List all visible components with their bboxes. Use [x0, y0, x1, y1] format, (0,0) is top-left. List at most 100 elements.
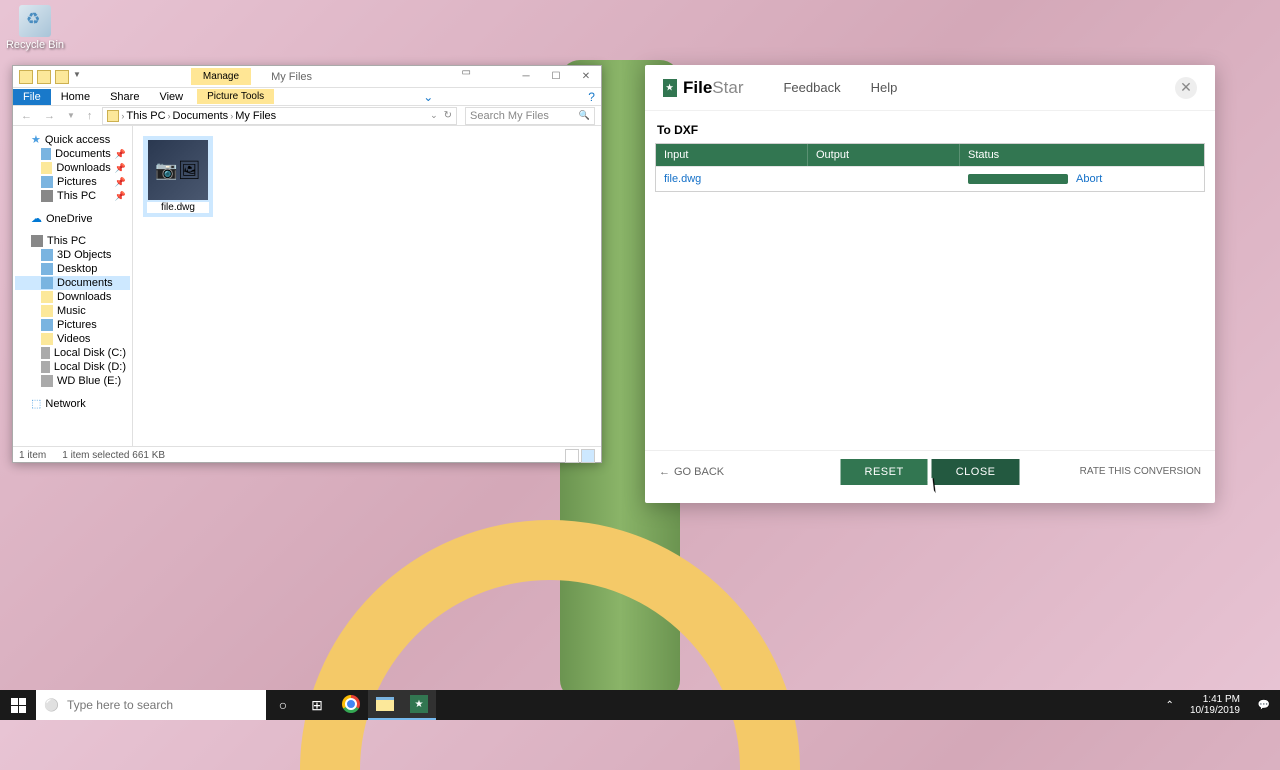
qat-icon[interactable] [37, 70, 51, 84]
breadcrumb-documents[interactable]: Documents [173, 110, 229, 122]
th-input: Input [656, 144, 808, 166]
status-bar: 1 item 1 item selected 661 KB [13, 446, 601, 464]
nav-tree: ★Quick access Documents📌 Downloads📌 Pict… [13, 126, 133, 446]
th-output: Output [808, 144, 960, 166]
system-tray: ⌃ 1:41 PM 10/19/2019 💬 [1162, 690, 1280, 720]
tree-drive-c[interactable]: Local Disk (C:) [15, 346, 130, 360]
tree-pictures[interactable]: Pictures📌 [15, 175, 130, 189]
nav-forward-icon[interactable]: → [42, 110, 57, 122]
tree-this-pc-root[interactable]: This PC [15, 234, 130, 248]
tree-music[interactable]: Music [15, 304, 130, 318]
ribbon-tab-view[interactable]: View [149, 89, 193, 105]
arrow-left-icon: ← [659, 466, 670, 478]
explorer-icon [376, 697, 394, 711]
taskbar: ⚪ Type here to search ○ ⊞ ★ ⌃ 1:41 PM 10… [0, 690, 1280, 720]
chevron-down-icon[interactable]: ▼ [73, 70, 81, 84]
go-back-button[interactable]: ← GO BACK [659, 466, 724, 478]
tree-videos[interactable]: Videos [15, 332, 130, 346]
filestar-close-button[interactable]: ✕ [1175, 77, 1197, 99]
breadcrumb-my-files[interactable]: My Files [235, 110, 276, 122]
reset-button[interactable]: RESET [841, 459, 928, 485]
file-thumbnail [148, 140, 208, 200]
filestar-header: FileStar Feedback Help ✕ [645, 65, 1215, 111]
refresh-icon[interactable]: ↻ [444, 110, 452, 121]
nav-recent-icon[interactable]: ▼ [65, 111, 77, 120]
breadcrumb[interactable]: › This PC › Documents › My Files ⌄ ↻ [102, 107, 457, 125]
ribbon-display-icon[interactable]: ▭ [462, 67, 471, 87]
ribbon-tab-share[interactable]: Share [100, 89, 149, 105]
file-list[interactable]: file.dwg [133, 126, 601, 446]
abort-link[interactable]: Abort [1076, 173, 1102, 185]
minimize-button[interactable]: ─ [511, 67, 541, 87]
file-explorer-window: ▼ Manage My Files ▭ ─ ☐ ✕ File Home Shar… [12, 65, 602, 463]
help-icon[interactable]: ? [588, 90, 595, 104]
tree-drive-e[interactable]: WD Blue (E:) [15, 374, 130, 388]
search-input[interactable]: Search My Files [465, 107, 595, 125]
pin-icon: 📌 [115, 163, 126, 174]
nav-back-icon[interactable]: ← [19, 110, 34, 122]
conversion-title: To DXF [657, 123, 1205, 137]
ribbon-toggle-icon[interactable]: ⌄ [423, 90, 433, 104]
th-status: Status [960, 144, 1204, 166]
breadcrumb-this-pc[interactable]: This PC [126, 110, 165, 122]
tree-downloads-pc[interactable]: Downloads [15, 290, 130, 304]
ribbon-tab-home[interactable]: Home [51, 89, 100, 105]
taskbar-search[interactable]: ⚪ Type here to search [36, 690, 266, 720]
close-button[interactable]: CLOSE [932, 459, 1020, 485]
conversion-table: Input Output Status file.dwg Abort [655, 143, 1205, 192]
date: 10/19/2019 [1190, 705, 1240, 716]
tree-this-pc[interactable]: This PC📌 [15, 189, 130, 203]
tree-pictures-pc[interactable]: Pictures [15, 318, 130, 332]
cell-output [808, 167, 960, 191]
tree-drive-d[interactable]: Local Disk (D:) [15, 360, 130, 374]
tree-documents-pc[interactable]: Documents [15, 276, 130, 290]
pin-icon: 📌 [115, 149, 126, 160]
recycle-bin-label: Recycle Bin [5, 39, 65, 51]
nav-up-icon[interactable]: ↑ [85, 110, 95, 122]
tree-downloads[interactable]: Downloads📌 [15, 161, 130, 175]
taskbar-app-filestar[interactable]: ★ [402, 690, 436, 720]
start-button[interactable] [0, 690, 36, 720]
progress-bar [968, 174, 1068, 184]
tree-desktop[interactable]: Desktop [15, 262, 130, 276]
windows-logo-icon [11, 698, 26, 713]
qat-icon[interactable] [55, 70, 69, 84]
status-selection: 1 item selected 661 KB [62, 450, 165, 461]
explorer-titlebar[interactable]: ▼ Manage My Files ▭ ─ ☐ ✕ [13, 66, 601, 88]
view-details-button[interactable] [565, 449, 579, 463]
tray-overflow-icon[interactable]: ⌃ [1162, 700, 1178, 711]
tree-quick-access[interactable]: ★Quick access [15, 132, 130, 147]
ribbon-tab-picture-tools[interactable]: Picture Tools [197, 89, 274, 104]
cortana-button[interactable]: ○ [266, 690, 300, 720]
view-thumbnails-button[interactable] [581, 449, 595, 463]
filestar-icon: ★ [410, 695, 428, 713]
taskbar-app-explorer[interactable] [368, 690, 402, 720]
filestar-logo-icon [663, 79, 677, 97]
file-item[interactable]: file.dwg [143, 136, 213, 217]
contextual-tab-label: Manage [191, 68, 251, 85]
content-spacer [655, 192, 1205, 442]
status-item-count: 1 item [19, 450, 46, 461]
maximize-button[interactable]: ☐ [541, 67, 571, 87]
close-button[interactable]: ✕ [571, 67, 601, 87]
menu-feedback[interactable]: Feedback [783, 80, 840, 95]
tree-network[interactable]: ⬚Network [15, 396, 130, 411]
address-dropdown-icon[interactable]: ⌄ [430, 110, 438, 121]
cell-input-file[interactable]: file.dwg [656, 167, 808, 191]
menu-help[interactable]: Help [871, 80, 898, 95]
ribbon-tab-file[interactable]: File [13, 89, 51, 105]
table-row: file.dwg Abort [656, 166, 1204, 191]
file-name: file.dwg [147, 202, 209, 213]
taskbar-app-chrome[interactable] [334, 690, 368, 720]
folder-icon [19, 70, 33, 84]
recycle-bin[interactable]: Recycle Bin [5, 5, 65, 51]
pin-icon: 📌 [115, 177, 126, 188]
rate-conversion-link[interactable]: RATE THIS CONVERSION [1080, 466, 1201, 477]
tree-onedrive[interactable]: ☁OneDrive [15, 211, 130, 226]
filestar-logo: FileStar [663, 78, 743, 98]
action-center-button[interactable]: 💬 [1252, 690, 1276, 720]
clock[interactable]: 1:41 PM 10/19/2019 [1184, 691, 1246, 719]
tree-documents[interactable]: Documents📌 [15, 147, 130, 161]
tree-3d-objects[interactable]: 3D Objects [15, 248, 130, 262]
task-view-button[interactable]: ⊞ [300, 690, 334, 720]
